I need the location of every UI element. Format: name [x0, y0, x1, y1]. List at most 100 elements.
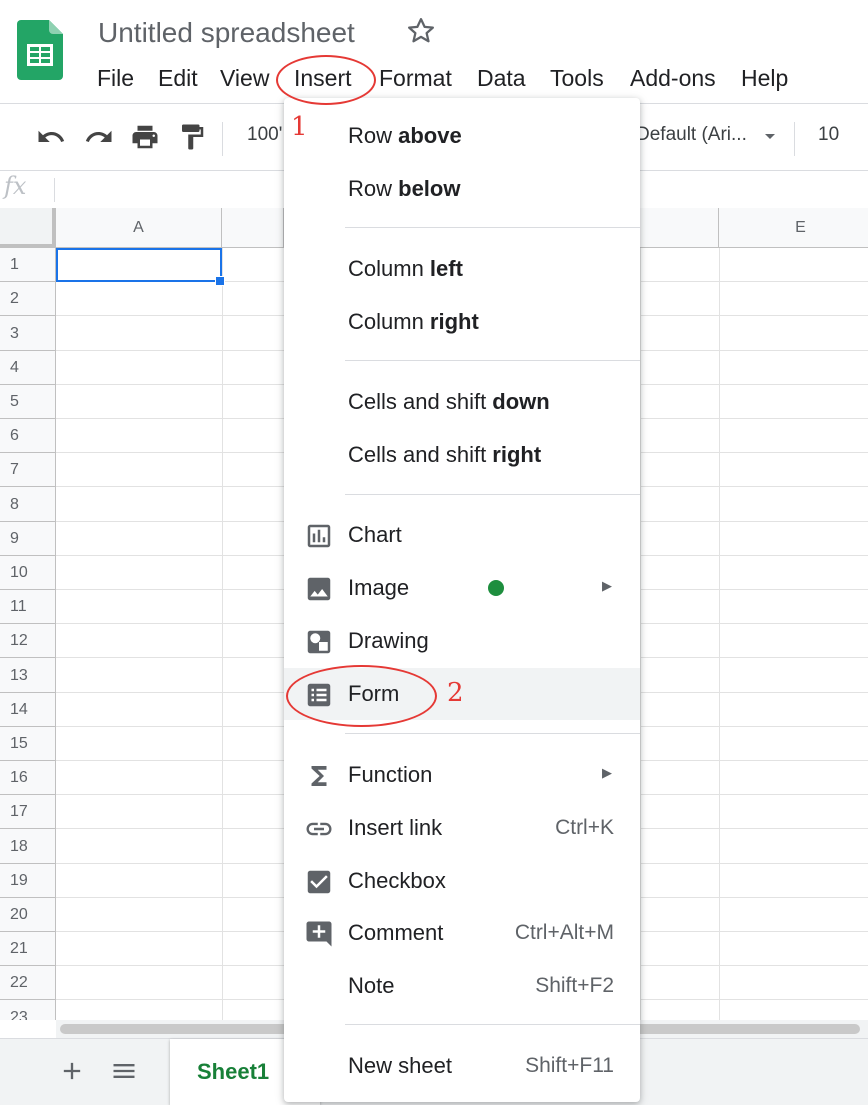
menu-item-label: Comment — [348, 920, 444, 945]
menu-file[interactable]: File — [97, 60, 134, 96]
toolbar-divider — [794, 122, 795, 156]
formula-divider — [54, 178, 55, 202]
menu-item-label: Row below — [348, 176, 461, 201]
menu-item-label: Drawing — [348, 628, 429, 653]
row-header[interactable]: 1 — [0, 248, 56, 282]
row-header[interactable]: 14 — [0, 693, 56, 727]
column-header-a[interactable]: A — [56, 208, 222, 248]
row-header[interactable]: 4 — [0, 351, 56, 385]
menu-add-ons[interactable]: Add-ons — [630, 60, 716, 96]
row-header[interactable]: 23 — [0, 1000, 56, 1020]
row-header[interactable]: 9 — [0, 522, 56, 556]
menu-item-row-below[interactable]: Row below — [284, 163, 640, 215]
row-header[interactable]: 5 — [0, 385, 56, 419]
zoom-select[interactable]: 100' — [247, 124, 282, 146]
annotation-ellipse-form — [286, 665, 437, 727]
fill-handle[interactable] — [215, 276, 225, 286]
insert-menu-dropdown: Row above Row below Column left Column r… — [284, 98, 640, 1102]
annotation-step-2: 2 — [447, 678, 464, 708]
column-gridline — [719, 248, 720, 1020]
row-header[interactable]: 20 — [0, 898, 56, 932]
font-dropdown-arrow-icon[interactable] — [758, 124, 788, 154]
active-cell-a1[interactable] — [56, 248, 222, 282]
row-header[interactable]: 17 — [0, 795, 56, 829]
redo-icon[interactable] — [84, 122, 114, 152]
toolbar-divider — [222, 122, 223, 156]
menu-bar: File Edit View Insert Format Data Tools … — [0, 60, 868, 96]
document-title[interactable]: Untitled spreadsheet — [98, 15, 355, 51]
menu-item-comment[interactable]: Comment Ctrl+Alt+M — [284, 907, 640, 959]
undo-icon[interactable] — [36, 122, 66, 152]
row-header[interactable]: 22 — [0, 966, 56, 1000]
font-select[interactable]: Default (Ari... — [636, 124, 747, 146]
menu-item-note[interactable]: Note Shift+F2 — [284, 960, 640, 1012]
column-header-d[interactable] — [640, 208, 719, 248]
menu-item-label: Note — [348, 973, 395, 998]
row-header[interactable]: 19 — [0, 864, 56, 898]
select-all-corner[interactable] — [0, 208, 56, 248]
menu-item-chart[interactable]: Chart — [284, 509, 640, 561]
menu-item-new-sheet[interactable]: New sheet Shift+F11 — [284, 1040, 640, 1092]
menu-item-insert-link[interactable]: Insert link Ctrl+K — [284, 802, 640, 854]
sheet-tab-label: Sheet1 — [197, 1059, 270, 1084]
menu-item-column-right[interactable]: Column right — [284, 296, 640, 348]
add-sheet-icon[interactable] — [58, 1057, 86, 1085]
menu-tools[interactable]: Tools — [550, 60, 604, 96]
row-header[interactable]: 16 — [0, 761, 56, 795]
shortcut-label: Ctrl+Alt+M — [514, 921, 614, 944]
star-icon[interactable] — [406, 16, 436, 46]
annotation-ellipse-insert — [276, 55, 376, 105]
font-size-select[interactable]: 10 — [818, 124, 839, 146]
menu-item-label: Cells and shift down — [348, 389, 550, 414]
row-header[interactable]: 11 — [0, 590, 56, 624]
menu-item-image[interactable]: Image ▶ — [284, 562, 640, 614]
image-icon — [304, 574, 334, 604]
row-header[interactable]: 10 — [0, 556, 56, 590]
row-header[interactable]: 2 — [0, 282, 56, 316]
menu-item-label: New sheet — [348, 1053, 452, 1078]
menu-data[interactable]: Data — [477, 60, 526, 96]
row-header[interactable]: 7 — [0, 453, 56, 487]
column-header-e[interactable]: E — [719, 208, 868, 248]
row-header[interactable]: 21 — [0, 932, 56, 966]
menu-item-row-above[interactable]: Row above — [284, 110, 640, 162]
print-icon[interactable] — [130, 122, 160, 152]
menu-format[interactable]: Format — [379, 60, 452, 96]
row-header[interactable]: 6 — [0, 419, 56, 453]
shortcut-label: Ctrl+K — [555, 816, 614, 839]
menu-item-cells-shift-right[interactable]: Cells and shift right — [284, 429, 640, 481]
menu-edit[interactable]: Edit — [158, 60, 198, 96]
menu-item-label: Chart — [348, 522, 402, 547]
link-icon — [304, 814, 334, 844]
submenu-arrow-icon: ▶ — [602, 765, 612, 780]
menu-item-drawing[interactable]: Drawing — [284, 615, 640, 667]
menu-item-checkbox[interactable]: Checkbox — [284, 855, 640, 907]
chart-icon — [304, 521, 334, 551]
sigma-icon — [304, 761, 334, 791]
menu-item-label: Function — [348, 762, 433, 787]
menu-item-function[interactable]: Function ▶ — [284, 749, 640, 801]
checkbox-icon — [304, 867, 334, 897]
all-sheets-list-icon[interactable] — [110, 1057, 138, 1085]
menu-item-cells-shift-down[interactable]: Cells and shift down — [284, 376, 640, 428]
menu-item-label: Cells and shift right — [348, 442, 542, 467]
column-header-b[interactable] — [222, 208, 284, 248]
menu-view[interactable]: View — [220, 60, 269, 96]
column-gridline — [640, 248, 641, 1020]
row-header[interactable]: 18 — [0, 829, 56, 864]
row-header[interactable]: 13 — [0, 658, 56, 693]
menu-item-label: Column left — [348, 256, 463, 281]
menu-item-column-left[interactable]: Column left — [284, 243, 640, 295]
submenu-arrow-icon: ▶ — [602, 578, 612, 593]
column-gridline — [222, 248, 223, 1020]
row-header[interactable]: 12 — [0, 624, 56, 658]
menu-help[interactable]: Help — [741, 60, 788, 96]
paint-format-icon[interactable] — [177, 122, 207, 152]
annotation-step-1: 1 — [291, 112, 308, 142]
row-header[interactable]: 15 — [0, 727, 56, 761]
row-header[interactable]: 8 — [0, 487, 56, 522]
row-header[interactable]: 3 — [0, 316, 56, 351]
drawing-icon — [304, 627, 334, 657]
menu-divider — [345, 733, 640, 734]
menu-divider — [345, 360, 640, 361]
